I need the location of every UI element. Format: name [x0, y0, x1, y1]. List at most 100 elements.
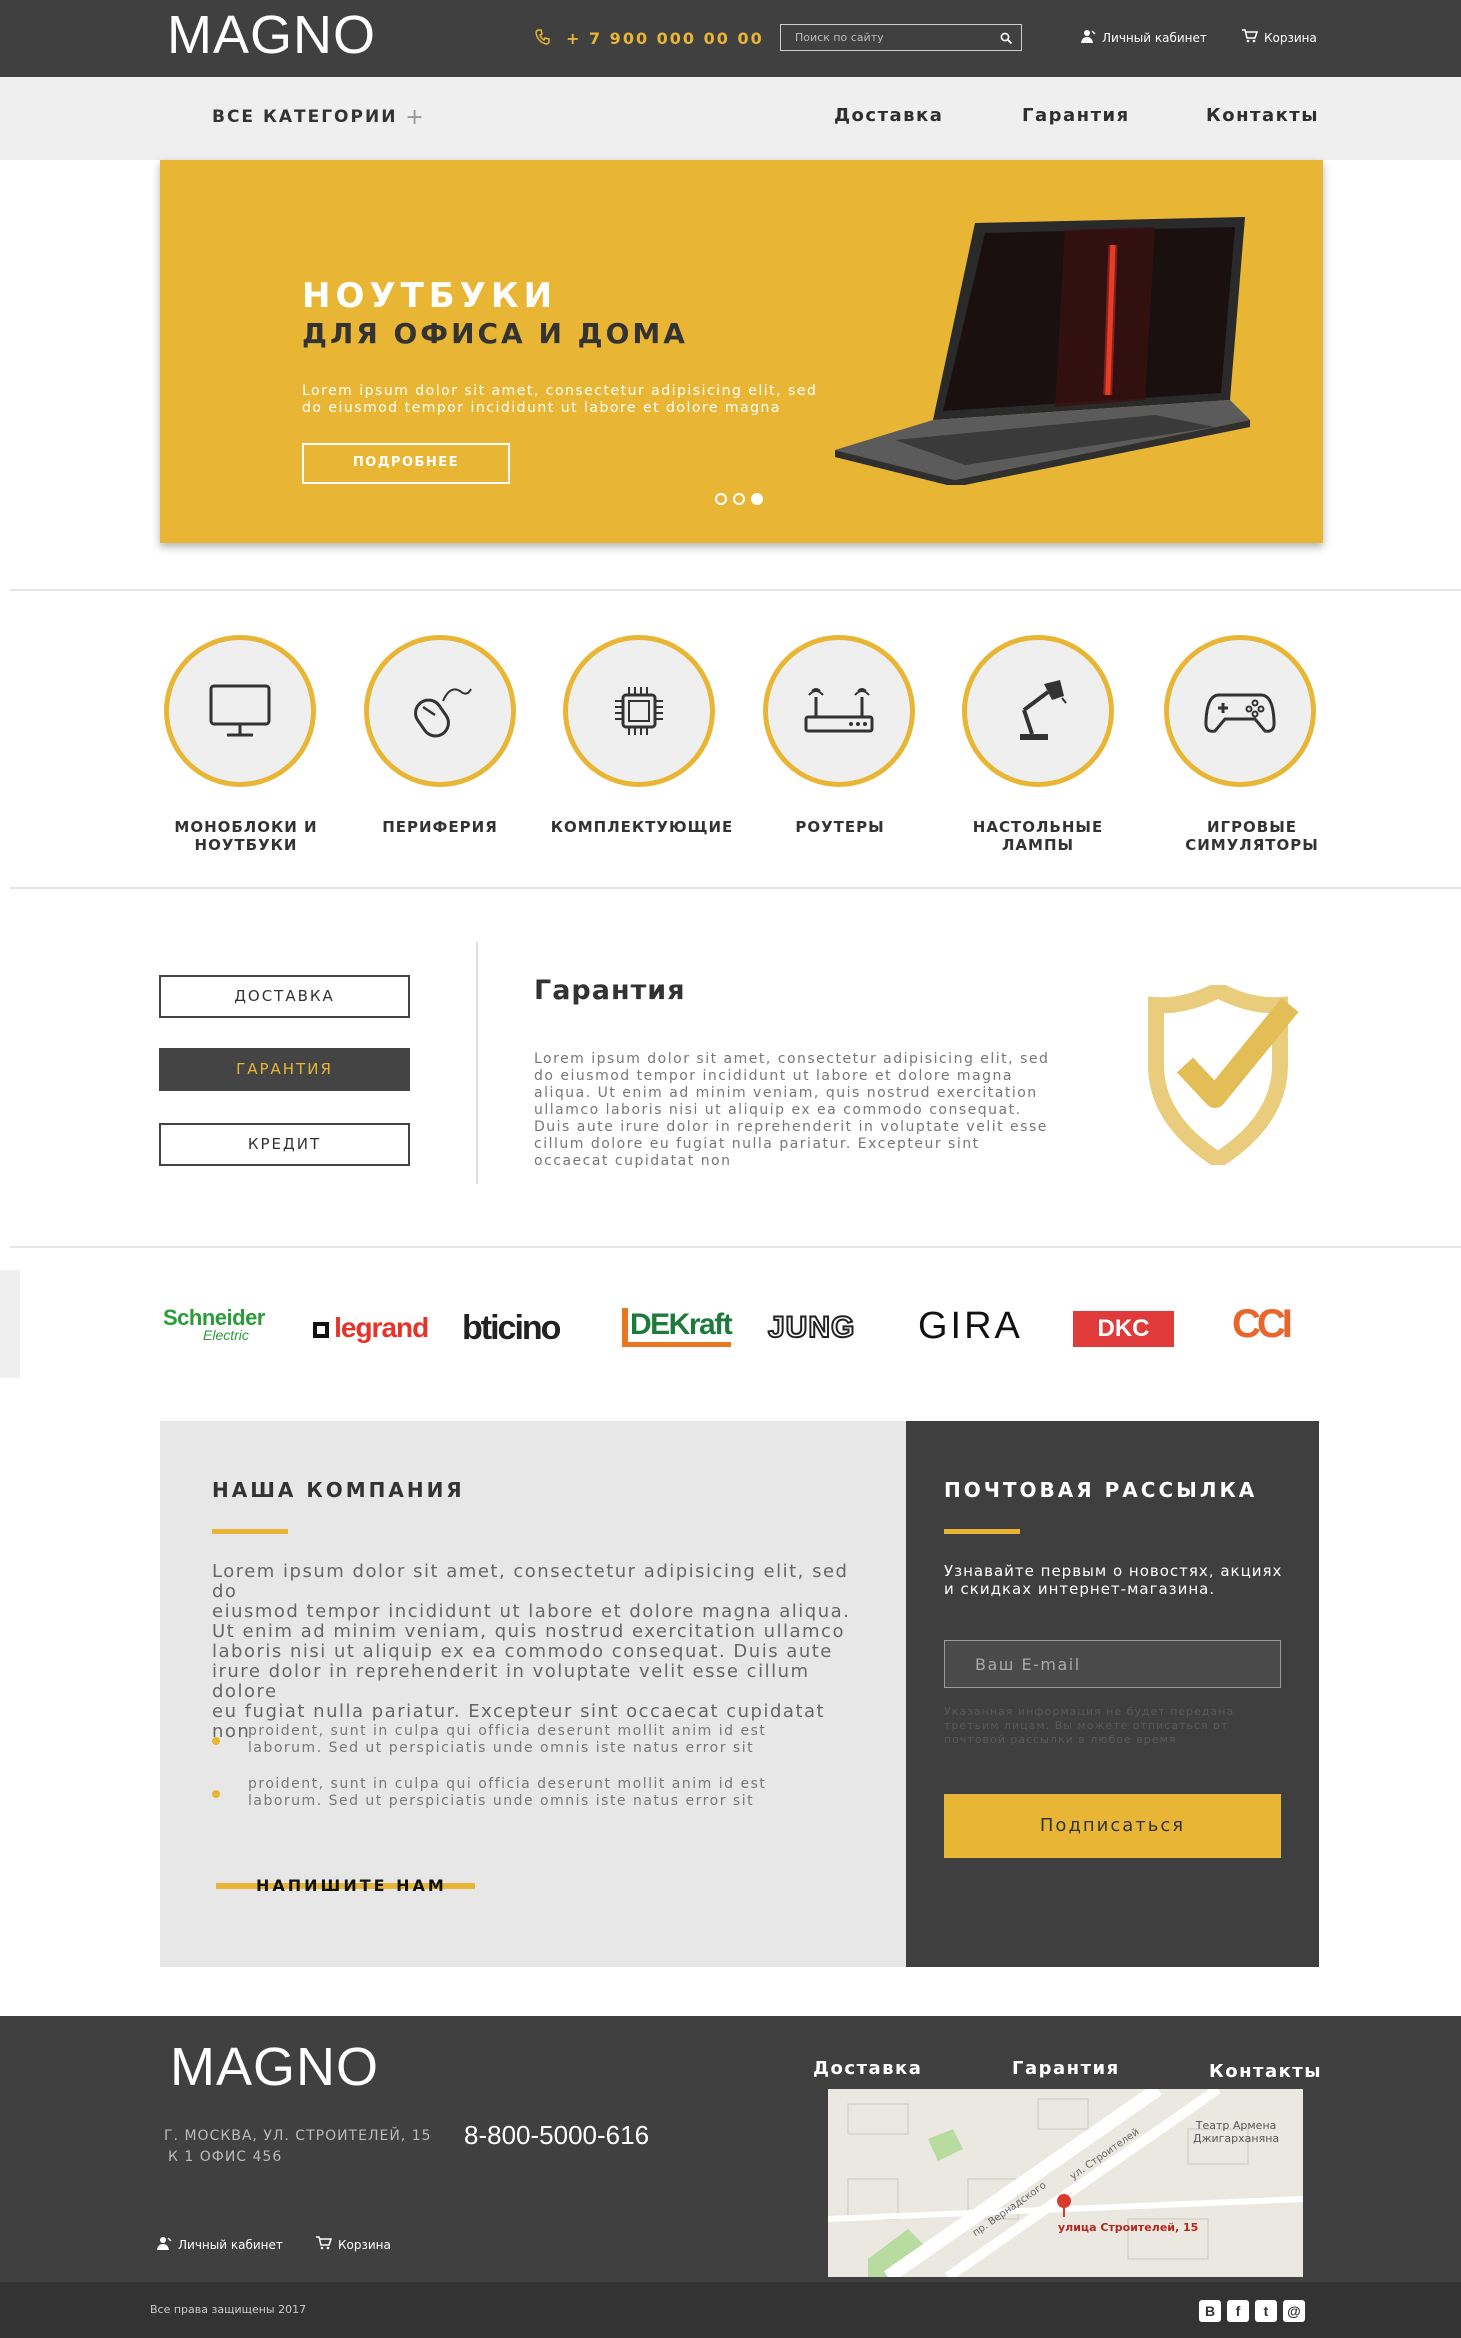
email-field[interactable]	[945, 1641, 1280, 1687]
category-label: КОМПЛЕКТУЮЩИЕ	[542, 818, 742, 836]
category-label-line: НОУТБУКИ	[194, 836, 298, 854]
footer-phone[interactable]: 8-800-5000-616	[464, 2120, 649, 2151]
newsletter-note-line: почтовой рассылки в любое время	[944, 1733, 1177, 1746]
plus-icon: +	[405, 105, 426, 130]
address-line: К 1 ОФИС 456	[168, 2149, 283, 2165]
category-monitors[interactable]	[164, 635, 316, 787]
category-label: НАСТОЛЬНЫЕ ЛАМПЫ	[938, 818, 1138, 854]
cart-label: Корзина	[1264, 30, 1317, 45]
category-lamps[interactable]	[962, 635, 1114, 787]
category-label-line: КОМПЛЕКТУЮЩИЕ	[550, 818, 734, 836]
footer-cart-label: Корзина	[338, 2237, 391, 2252]
category-label-line: ЛАМПЫ	[1001, 836, 1075, 854]
facebook-icon[interactable]: f	[1227, 2300, 1249, 2322]
info-text-line: Lorem ipsum dolor sit amet, consectetur …	[534, 1051, 1050, 1067]
search-input[interactable]	[781, 25, 986, 50]
write-us-link[interactable]: НАПИШИТЕ НАМ	[256, 1876, 447, 1895]
brand-gira[interactable]: GIRA	[918, 1305, 1023, 1348]
category-label-line: МОНОБЛОКИ И	[174, 818, 318, 836]
footer-cart-link[interactable]: Корзина	[316, 2236, 391, 2253]
nav-contacts[interactable]: Контакты	[1206, 105, 1319, 126]
footer-link-delivery[interactable]: Доставка	[813, 2058, 922, 2079]
brand-legrand[interactable]: legrand	[313, 1312, 429, 1344]
search-box	[780, 24, 1022, 51]
slider-dot-2[interactable]	[733, 493, 745, 505]
company-text-line: eiusmod tempor incididunt ut labore et d…	[212, 1601, 851, 1622]
newsletter-title: ПОЧТОВАЯ РАССЫЛКА	[944, 1478, 1258, 1502]
list-item: proident, sunt in culpa qui officia dese…	[248, 1723, 808, 1757]
category-peripherals[interactable]	[364, 635, 516, 787]
slider-dot-3[interactable]	[751, 493, 763, 505]
info-title: Гарантия	[534, 975, 686, 1006]
gamepad-icon	[1204, 693, 1276, 733]
email-icon[interactable]: @	[1283, 2300, 1305, 2322]
header-phone[interactable]: + 7 900 000 00 00	[566, 29, 764, 48]
list-item-line: laborum. Sed ut perspiciatis unde omnis …	[248, 1793, 755, 1809]
tab-divider	[476, 942, 478, 1184]
map-address-label: улица Строителей, 15	[1058, 2221, 1199, 2234]
brand-cci[interactable]: CCI	[1232, 1302, 1293, 1347]
bullet-dot	[212, 1790, 220, 1798]
lamp-icon	[1020, 680, 1067, 740]
copyright: Все права защищены 2017	[150, 2303, 307, 2316]
newsletter-text-line: Узнавайте первым о новостях, акциях	[944, 1562, 1283, 1580]
subscribe-button[interactable]: Подписаться	[944, 1794, 1281, 1858]
footer-account-link[interactable]: Личный кабинет	[156, 2236, 283, 2253]
footer-logo[interactable]: MAGNO	[170, 2036, 379, 2098]
brand-bticino[interactable]: bticino	[462, 1309, 561, 1348]
router-icon	[804, 688, 874, 733]
slider-dot-1[interactable]	[715, 493, 727, 505]
chip-icon	[615, 687, 663, 735]
account-link[interactable]: Личный кабинет	[1080, 29, 1207, 46]
side-tab[interactable]	[0, 1270, 20, 1378]
info-text-line: do eiusmod tempor incididunt ut labore e…	[534, 1068, 1013, 1084]
nav-warranty[interactable]: Гарантия	[1022, 105, 1130, 126]
cart-icon	[1242, 29, 1259, 46]
newsletter-note: Указанная информация не будет передана т…	[944, 1705, 1234, 1747]
brand-dekraft[interactable]: DEKraft	[622, 1308, 733, 1347]
mouse-icon	[414, 688, 472, 738]
title-underline	[212, 1529, 288, 1534]
category-label: ПЕРИФЕРИЯ	[340, 818, 540, 836]
cart-icon	[316, 2236, 333, 2253]
category-label-line: НАСТОЛЬНЫЕ	[972, 818, 1104, 836]
map[interactable]: пр. Вернадского ул. Строителей Театр Арм…	[828, 2089, 1303, 2277]
search-icon[interactable]	[1000, 30, 1013, 49]
info-text-line: aliqua. Ut enim ad minim veniam, quis no…	[534, 1085, 1038, 1101]
title-underline	[944, 1529, 1020, 1534]
nav-delivery[interactable]: Доставка	[834, 105, 943, 126]
category-gaming[interactable]	[1164, 635, 1316, 787]
tab-delivery[interactable]: ДОСТАВКА	[159, 975, 410, 1018]
category-label: МОНОБЛОКИ И НОУТБУКИ	[146, 818, 346, 854]
tab-warranty[interactable]: ГАРАНТИЯ	[159, 1048, 410, 1091]
footer-link-contacts[interactable]: Контакты	[1209, 2061, 1322, 2082]
company-text-line: Ut enim ad minim veniam, quis nostrud ex…	[212, 1621, 845, 1642]
all-categories-button[interactable]: ВСЕ КАТЕГОРИИ +	[212, 105, 426, 130]
category-label: ИГРОВЫЕ СИМУЛЯТОРЫ	[1152, 818, 1352, 854]
company-title: НАША КОМПАНИЯ	[212, 1478, 465, 1502]
list-item-line: proident, sunt in culpa qui officia dese…	[248, 1776, 767, 1792]
logo[interactable]: MAGNO	[167, 4, 376, 66]
brand-dkc[interactable]: DKC	[1073, 1311, 1174, 1347]
brand-schneider[interactable]: Schneider Electric	[163, 1307, 293, 1343]
footer-link-warranty[interactable]: Гарантия	[1012, 2058, 1120, 2079]
map-theatre-label: Театр Армена Джигарханяна	[1193, 2119, 1279, 2145]
brand-jung[interactable]: JUNG	[767, 1310, 855, 1345]
banner-subtitle: ДЛЯ ОФИСА И ДОМА	[302, 317, 688, 350]
vk-icon[interactable]: В	[1199, 2300, 1221, 2322]
tab-credit[interactable]: КРЕДИТ	[159, 1123, 410, 1166]
category-routers[interactable]	[763, 635, 915, 787]
all-categories-label: ВСЕ КАТЕГОРИИ	[212, 107, 398, 127]
newsletter-text: Узнавайте первым о новостях, акциях и ск…	[944, 1562, 1282, 1598]
monitor-icon	[209, 684, 271, 737]
category-label-line: ПЕРИФЕРИЯ	[382, 818, 498, 836]
company-text: Lorem ipsum dolor sit amet, consectetur …	[212, 1562, 862, 1742]
map-label-line: Джигарханяна	[1193, 2132, 1280, 2145]
map-label-line: Театр Армена	[1195, 2119, 1277, 2132]
category-components[interactable]	[563, 635, 715, 787]
twitter-icon[interactable]: t	[1255, 2300, 1277, 2322]
info-text-line: Duis aute irure dolor in reprehenderit i…	[534, 1119, 1048, 1135]
cart-link[interactable]: Корзина	[1242, 29, 1317, 46]
newsletter-text-line: и скидках интернет-магазина.	[944, 1580, 1216, 1598]
banner-more-button[interactable]: ПОДРОБНЕЕ	[302, 443, 510, 484]
